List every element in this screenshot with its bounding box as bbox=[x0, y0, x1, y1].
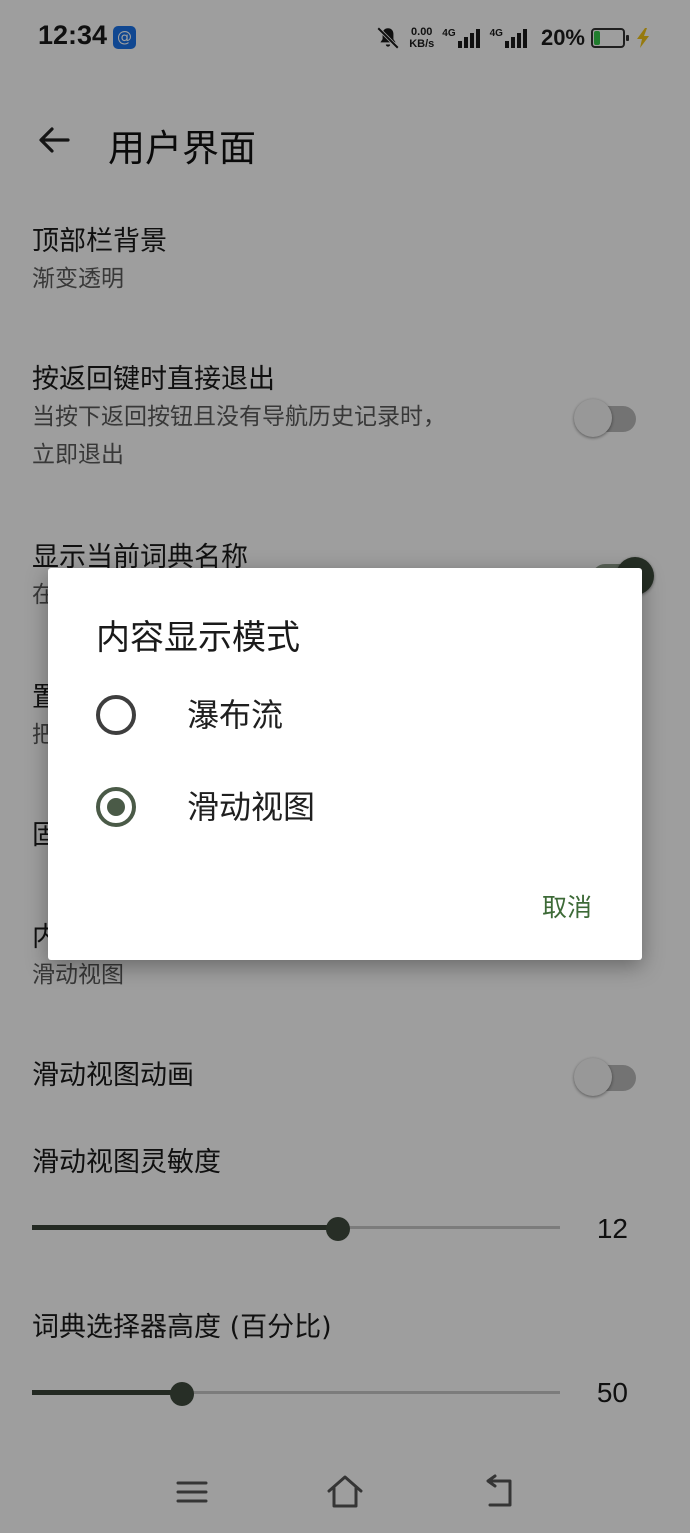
option-waterfall[interactable]: 瀑布流 bbox=[96, 680, 616, 750]
option-label: 瀑布流 bbox=[187, 696, 284, 734]
cancel-button[interactable]: 取消 bbox=[542, 888, 592, 924]
option-swipe-view[interactable]: 滑动视图 bbox=[96, 772, 616, 842]
dialog-title: 内容显示模式 bbox=[96, 618, 300, 658]
option-label: 滑动视图 bbox=[187, 788, 316, 826]
radio-checked-icon[interactable] bbox=[96, 787, 136, 827]
content-display-mode-dialog: 内容显示模式 瀑布流 滑动视图 取消 bbox=[48, 568, 642, 960]
radio-unchecked-icon[interactable] bbox=[96, 695, 136, 735]
